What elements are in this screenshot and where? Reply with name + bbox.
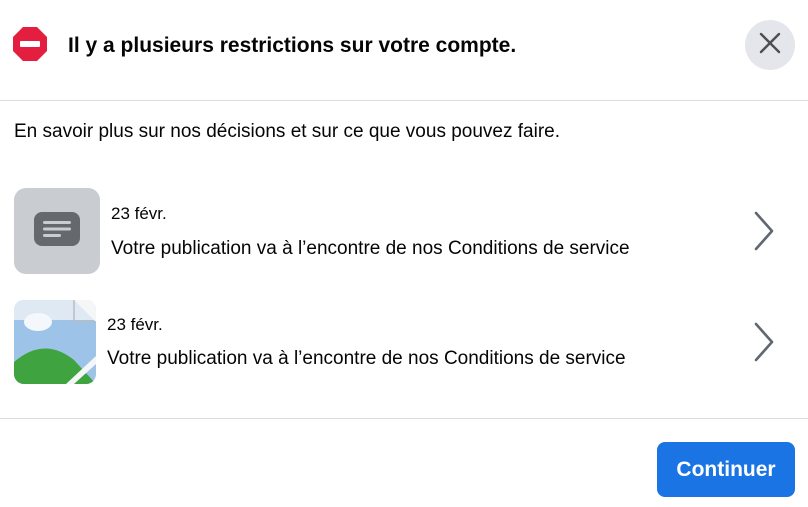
continue-button[interactable]: Continuer bbox=[657, 442, 795, 497]
dialog-title: Il y a plusieurs restrictions sur votre … bbox=[68, 34, 517, 57]
restriction-item[interactable]: 23 févr. Votre publication va à l’encont… bbox=[0, 298, 808, 388]
close-icon bbox=[759, 32, 781, 59]
dialog-footer: Continuer bbox=[0, 418, 808, 507]
item-description: Votre publication va à l’encontre de nos… bbox=[111, 238, 630, 259]
close-button[interactable] bbox=[745, 20, 795, 70]
intro-text: En savoir plus sur nos décisions et sur … bbox=[14, 121, 561, 142]
item-date: 23 févr. bbox=[111, 204, 167, 223]
no-entry-icon bbox=[13, 27, 47, 61]
restriction-item[interactable]: 23 févr. Votre publication va à l’encont… bbox=[0, 186, 808, 276]
chevron-right-icon bbox=[748, 210, 782, 252]
post-thumbnail bbox=[14, 188, 100, 274]
post-thumbnail bbox=[14, 300, 96, 384]
item-date: 23 févr. bbox=[107, 315, 163, 334]
broken-image-icon bbox=[14, 300, 96, 384]
restrictions-dialog: Il y a plusieurs restrictions sur votre … bbox=[0, 0, 808, 507]
chevron-right-icon bbox=[748, 321, 782, 363]
item-description: Votre publication va à l’encontre de nos… bbox=[107, 348, 626, 369]
dialog-header: Il y a plusieurs restrictions sur votre … bbox=[0, 0, 808, 101]
document-icon bbox=[34, 211, 80, 251]
